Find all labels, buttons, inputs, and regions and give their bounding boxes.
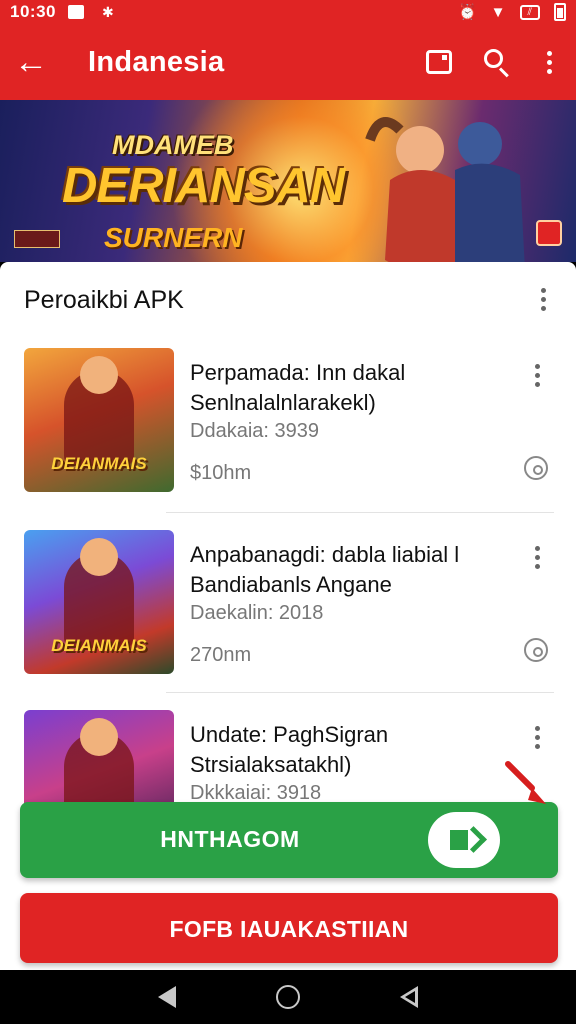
app-bar-title: Indanesia: [88, 45, 225, 78]
item-meta: Ddakaia: 3939: [190, 420, 319, 442]
section-more-icon[interactable]: [536, 288, 550, 311]
secondary-button-label: FOFB IAUAKASTIIAN: [169, 916, 409, 942]
thumb-text: DEIANMAIS: [51, 454, 147, 473]
pointer-arrow-icon: [505, 761, 546, 804]
app-thumbnail: DEIANMAIS: [24, 348, 174, 492]
battery-icon: [554, 3, 566, 21]
primary-action-button[interactable]: HNTHAGOM: [20, 802, 558, 878]
item-name-line2: Bandiabanls Angane: [190, 572, 392, 597]
section-header: Peroaikbi APK: [24, 286, 184, 314]
alarm-icon: ⏰: [457, 4, 477, 21]
thumb-figure-head: [80, 718, 118, 756]
search-icon[interactable]: [482, 47, 512, 78]
tablet-icon[interactable]: [426, 50, 452, 74]
item-name: Anpabanagdi: dabla liabial l Bandiabanls…: [190, 540, 520, 600]
item-name-line2: Senlnalalnlarakekl): [190, 390, 376, 415]
item-meta: Daekalin: 2018: [190, 602, 324, 624]
nav-home-icon[interactable]: [276, 985, 300, 1009]
signal-icon: ⫽: [519, 4, 540, 20]
thumb-figure-head: [80, 538, 118, 576]
download-icon[interactable]: [524, 638, 548, 662]
banner-hero-art: [365, 117, 525, 262]
item-name: Perpamada: Inn dakal Senlnalalnlarakekl): [190, 358, 520, 418]
banner-badge-right: [536, 220, 562, 246]
divider: [166, 692, 554, 693]
notification-icon: [67, 5, 84, 19]
banner-badge-left: [14, 230, 60, 248]
app-thumbnail: DEIANMAIS: [24, 530, 174, 674]
status-time: 10:30: [10, 2, 56, 21]
wifi-icon: ▼: [490, 3, 506, 21]
item-size: $10hm: [190, 462, 252, 484]
item-more-icon[interactable]: [530, 726, 544, 749]
secondary-action-button[interactable]: FOFB IAUAKASTIIAN: [20, 893, 558, 963]
system-nav-bar: [0, 970, 576, 1024]
nav-back-icon[interactable]: [158, 986, 176, 1008]
thumb-figure-head: [80, 356, 118, 394]
item-more-icon[interactable]: [530, 364, 544, 387]
banner-logo-sub: SURNERN: [104, 222, 243, 253]
item-name: Undate: PaghSigran Strsialaksatakhl): [190, 720, 520, 780]
item-name-line1: Perpamada: Inn dakal: [190, 360, 406, 385]
bluetooth-icon: ✱: [101, 3, 114, 20]
divider: [166, 512, 554, 513]
download-icon[interactable]: [524, 456, 548, 480]
item-name-line1: Anpabanagdi: dabla liabial l: [190, 542, 460, 567]
app-bar: ← Indanesia: [0, 24, 576, 100]
item-name-line1: Undate: PaghSigran: [190, 722, 389, 747]
back-arrow-icon[interactable]: ←: [14, 45, 60, 79]
item-name-line2: Strsialaksatakhl): [190, 752, 352, 777]
item-more-icon[interactable]: [530, 546, 544, 569]
more-vert-icon[interactable]: [542, 50, 556, 74]
thumb-text: DEIANMAIS: [51, 636, 147, 655]
list-item[interactable]: DEIANMAIS Perpamada: Inn dakal Senlnalal…: [24, 348, 554, 498]
promo-banner[interactable]: MDAMEB DERIANSAN SURNERN: [0, 100, 576, 262]
list-item[interactable]: DEIANMAIS Anpabanagdi: dabla liabial l B…: [24, 530, 554, 680]
status-bar: 10:30 ✱ ⏰ ▼ ⫽: [0, 0, 576, 24]
nav-recent-icon[interactable]: [400, 986, 418, 1008]
item-size: 270nm: [190, 644, 252, 666]
banner-logo-main: DERIANSAN: [62, 159, 345, 213]
banner-logo-top: MDAMEB: [112, 130, 234, 160]
primary-button-label: HNTHAGOM: [160, 826, 300, 852]
play-arrow-icon: [428, 812, 500, 868]
